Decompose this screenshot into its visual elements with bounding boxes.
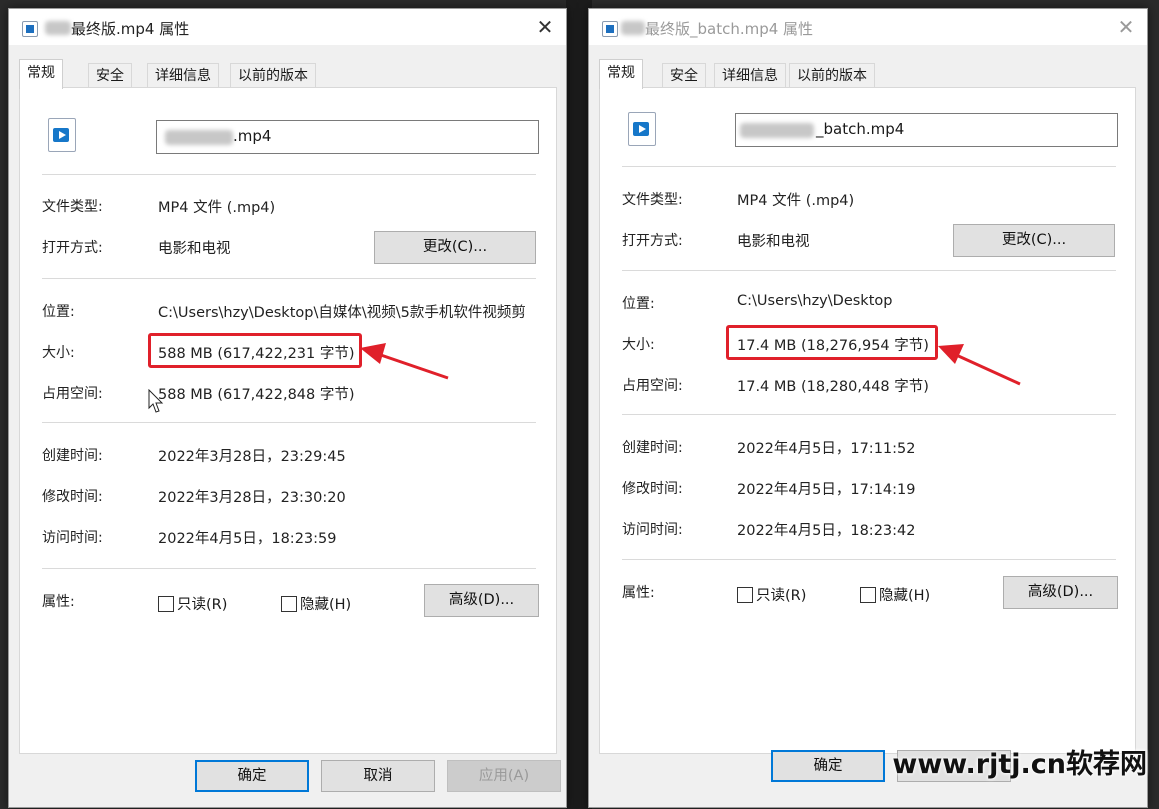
- hidden-label[interactable]: 隐藏(H): [879, 584, 930, 605]
- video-file-icon: [22, 21, 38, 37]
- tab-previous-versions[interactable]: 以前的版本: [230, 63, 316, 88]
- accessed-value: 2022年4月5日，18:23:42: [737, 523, 916, 539]
- video-file-icon: [48, 118, 76, 152]
- readonly-checkbox[interactable]: [737, 587, 753, 603]
- size-highlight-box: [726, 325, 938, 360]
- properties-dialog-original: 最终版.mp4 属性 ✕ 常规 安全 详细信息 以前的版本 .mp4 文件类型:…: [8, 8, 567, 808]
- window-title: 最终版_batch.mp4 属性: [645, 20, 814, 38]
- tab-general[interactable]: 常规: [599, 59, 643, 89]
- title-bar[interactable]: 最终版_batch.mp4 属性 ✕: [589, 9, 1147, 45]
- type-label: 文件类型:: [622, 192, 683, 208]
- size-highlight-box: [148, 333, 362, 368]
- cancel-button[interactable]: 取消: [321, 760, 435, 792]
- filename-text: _batch.mp4: [816, 120, 905, 138]
- type-value: MP4 文件 (.mp4): [737, 193, 855, 209]
- red-arrow-icon: [360, 343, 449, 380]
- window-title: 最终版.mp4 属性: [71, 20, 190, 38]
- created-value: 2022年4月5日，17:11:52: [737, 441, 916, 457]
- readonly-checkbox[interactable]: [158, 596, 174, 612]
- open-with-label: 打开方式:: [42, 240, 103, 256]
- tab-security[interactable]: 安全: [88, 63, 132, 88]
- accessed-label: 访问时间:: [622, 522, 683, 538]
- created-value: 2022年3月28日，23:29:45: [158, 449, 346, 465]
- readonly-label[interactable]: 只读(R): [177, 593, 227, 614]
- blurred-filename: [165, 130, 233, 145]
- location-label: 位置:: [622, 296, 655, 312]
- created-label: 创建时间:: [622, 440, 683, 456]
- type-value: MP4 文件 (.mp4): [158, 200, 276, 216]
- divider: [42, 278, 536, 279]
- readonly-label[interactable]: 只读(R): [756, 584, 806, 605]
- open-with-value: 电影和电视: [158, 241, 231, 257]
- divider: [42, 568, 536, 569]
- tab-previous-versions[interactable]: 以前的版本: [789, 63, 875, 88]
- modified-value: 2022年3月28日，23:30:20: [158, 490, 346, 506]
- advanced-button[interactable]: 高级(D)...: [424, 584, 539, 617]
- hidden-label[interactable]: 隐藏(H): [300, 593, 351, 614]
- blurred-filename: [621, 21, 645, 35]
- divider: [42, 174, 536, 175]
- divider: [622, 166, 1116, 167]
- size-on-disk-label: 占用空间:: [42, 386, 103, 402]
- divider: [42, 422, 536, 423]
- general-panel: .mp4 文件类型: MP4 文件 (.mp4) 打开方式: 电影和电视 更改(…: [19, 87, 557, 754]
- tab-security[interactable]: 安全: [662, 63, 706, 88]
- size-label: 大小:: [622, 337, 655, 353]
- tab-general[interactable]: 常规: [19, 59, 63, 89]
- location-value: C:\Users\hzy\Desktop\自媒体\视频\5款手机软件视频剪: [158, 305, 526, 321]
- properties-dialog-batch: 最终版_batch.mp4 属性 ✕ 常规 安全 详细信息 以前的版本 _bat…: [588, 8, 1148, 808]
- hidden-checkbox[interactable]: [860, 587, 876, 603]
- blurred-filename: [45, 21, 71, 35]
- change-button[interactable]: 更改(C)...: [953, 224, 1115, 257]
- filename-field[interactable]: _batch.mp4: [735, 113, 1118, 147]
- modified-label: 修改时间:: [42, 489, 103, 505]
- attributes-label: 属性:: [42, 594, 75, 610]
- size-on-disk-value: 17.4 MB (18,280,448 字节): [737, 379, 929, 395]
- video-file-icon: [602, 21, 618, 37]
- created-label: 创建时间:: [42, 448, 103, 464]
- filename-text: .mp4: [233, 127, 272, 145]
- watermark-text: www.rjtj.cn软荐网: [892, 749, 1147, 780]
- general-panel: _batch.mp4 文件类型: MP4 文件 (.mp4) 打开方式: 电影和…: [599, 87, 1136, 754]
- close-icon[interactable]: ✕: [1111, 14, 1141, 40]
- hidden-checkbox[interactable]: [281, 596, 297, 612]
- location-value: C:\Users\hzy\Desktop: [737, 293, 893, 309]
- accessed-label: 访问时间:: [42, 530, 103, 546]
- red-arrow-icon: [938, 344, 1021, 386]
- modified-label: 修改时间:: [622, 481, 683, 497]
- size-on-disk-value: 588 MB (617,422,848 字节): [158, 387, 355, 403]
- title-bar[interactable]: 最终版.mp4 属性 ✕: [9, 9, 566, 45]
- apply-button[interactable]: 应用(A): [447, 760, 561, 792]
- size-on-disk-label: 占用空间:: [622, 378, 683, 394]
- size-label: 大小:: [42, 345, 75, 361]
- advanced-button[interactable]: 高级(D)...: [1003, 576, 1118, 609]
- attributes-label: 属性:: [622, 585, 655, 601]
- accessed-value: 2022年4月5日，18:23:59: [158, 531, 337, 547]
- open-with-value: 电影和电视: [737, 234, 810, 250]
- location-label: 位置:: [42, 304, 75, 320]
- blurred-filename: [740, 123, 814, 138]
- open-with-label: 打开方式:: [622, 233, 683, 249]
- type-label: 文件类型:: [42, 199, 103, 215]
- tab-details[interactable]: 详细信息: [147, 63, 219, 88]
- divider: [622, 559, 1116, 560]
- change-button[interactable]: 更改(C)...: [374, 231, 536, 264]
- tab-details[interactable]: 详细信息: [714, 63, 786, 88]
- mouse-cursor-icon: [148, 389, 164, 413]
- filename-field[interactable]: .mp4: [156, 120, 539, 154]
- modified-value: 2022年4月5日，17:14:19: [737, 482, 916, 498]
- ok-button[interactable]: 确定: [771, 750, 885, 782]
- close-icon[interactable]: ✕: [530, 14, 560, 40]
- video-file-icon: [628, 112, 656, 146]
- divider: [622, 414, 1116, 415]
- divider: [622, 270, 1116, 271]
- ok-button[interactable]: 确定: [195, 760, 309, 792]
